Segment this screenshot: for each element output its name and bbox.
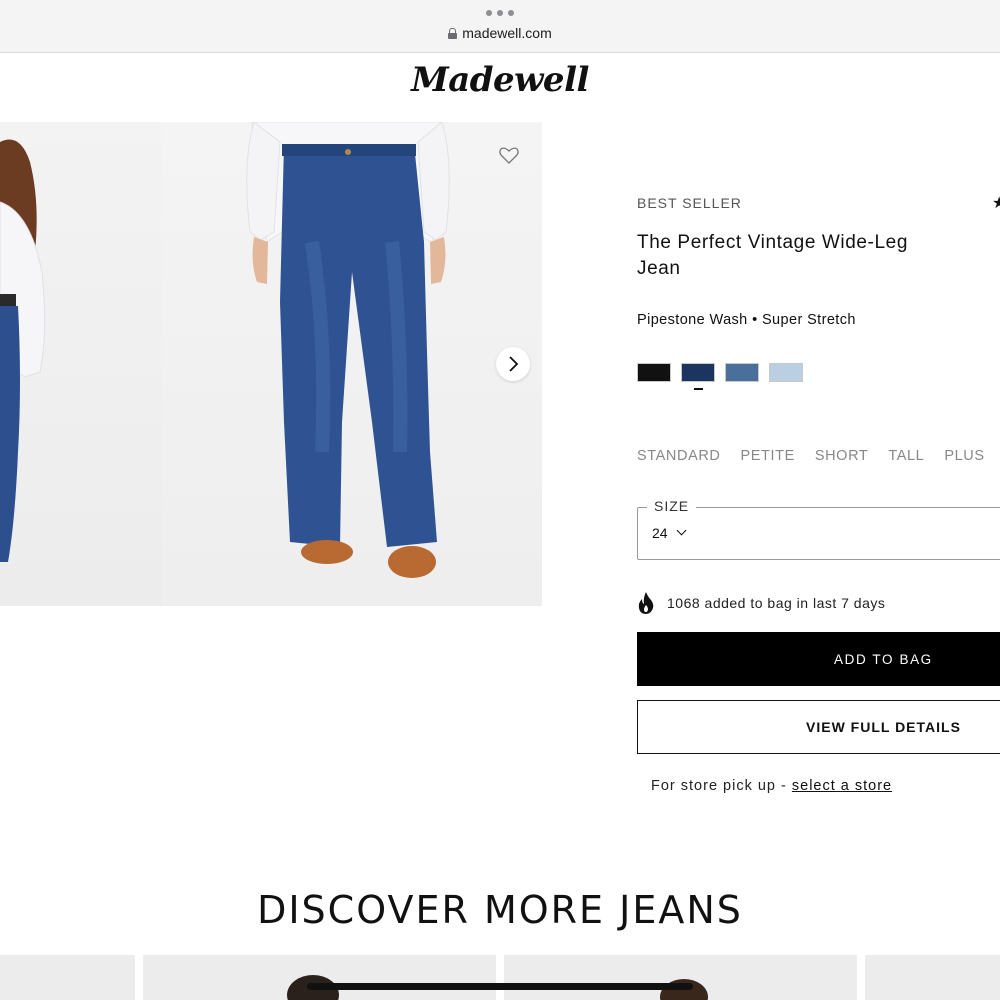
fit-options: STANDARD PETITE SHORT TALL PLUS: [637, 448, 985, 464]
carousel-tile[interactable]: [0, 955, 135, 1000]
size-label: SIZE: [647, 498, 697, 514]
popularity-notice: 1068 added to bag in last 7 days: [637, 591, 885, 615]
model-photo-left: [0, 139, 46, 562]
fit-short[interactable]: SHORT: [815, 448, 869, 464]
swatch-medium-wash[interactable]: [725, 363, 759, 382]
model-photo-thumb: [660, 979, 708, 1000]
carousel-scrollbar[interactable]: [307, 983, 693, 990]
best-seller-badge: BEST SELLER: [637, 195, 742, 211]
size-select[interactable]: [637, 507, 1000, 560]
store-pickup-text: For store pick up -: [651, 778, 792, 794]
discover-heading: DISCOVER MORE JEANS: [257, 888, 743, 932]
next-image-button[interactable]: [496, 347, 530, 381]
store-pickup: For store pick up - select a store: [651, 778, 892, 794]
fit-tall[interactable]: TALL: [888, 448, 924, 464]
size-selected-value: 24: [652, 525, 668, 541]
product-subtitle: Pipestone Wash • Super Stretch: [637, 312, 856, 328]
address-bar[interactable]: madewell.com: [0, 25, 1000, 41]
size-value[interactable]: 24: [652, 525, 687, 541]
fit-plus[interactable]: PLUS: [944, 448, 984, 464]
model-photo-main: [246, 122, 450, 578]
star-icon[interactable]: ★: [992, 193, 1000, 213]
product-image-main[interactable]: [162, 122, 542, 606]
carousel-tile[interactable]: [143, 955, 496, 1000]
swatch-black[interactable]: [637, 363, 671, 382]
swatch-light-wash[interactable]: [769, 363, 803, 382]
carousel-tile[interactable]: [504, 955, 857, 1000]
model-photo-thumb: [287, 975, 339, 1000]
fit-petite[interactable]: PETITE: [740, 448, 794, 464]
chevron-right-icon: [509, 356, 519, 372]
lock-icon: [448, 28, 458, 39]
chevron-down-icon: [676, 525, 687, 536]
url-text: madewell.com: [462, 25, 552, 41]
product-image-previous[interactable]: [0, 122, 162, 606]
product-title: The Perfect Vintage Wide-Leg Jean: [637, 232, 908, 279]
select-store-link[interactable]: select a store: [792, 778, 892, 794]
browser-toolbar: madewell.com: [0, 0, 1000, 53]
flame-icon: [638, 592, 654, 614]
more-dots-icon[interactable]: [486, 10, 514, 16]
color-swatches: [637, 363, 803, 390]
add-to-bag-button[interactable]: ADD TO BAG: [637, 632, 1000, 686]
heart-icon[interactable]: [497, 143, 521, 167]
view-full-details-button[interactable]: VIEW FULL DETAILS: [637, 700, 1000, 754]
carousel-tile[interactable]: [865, 955, 1000, 1000]
popularity-text: 1068 added to bag in last 7 days: [667, 595, 886, 611]
swatch-dark-wash[interactable]: [681, 363, 715, 390]
fit-standard[interactable]: STANDARD: [637, 448, 720, 464]
brand-logo[interactable]: Madewell: [0, 60, 1000, 100]
